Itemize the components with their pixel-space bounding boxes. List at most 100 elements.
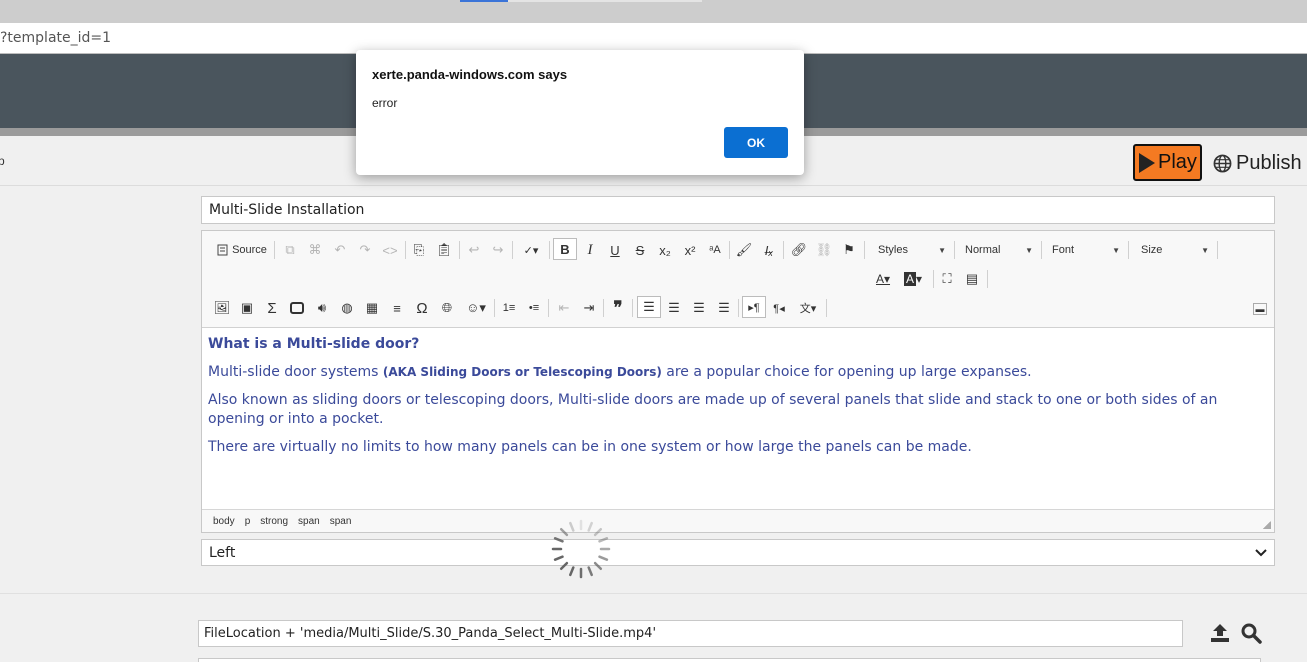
align-center-icon[interactable]: ☰: [664, 297, 684, 319]
path-item[interactable]: body: [213, 516, 235, 527]
content-text: Multi-slide door systems: [208, 364, 383, 380]
chevron-down-icon: ▼: [1025, 245, 1033, 255]
section-divider: [0, 593, 1307, 594]
superscript-icon[interactable]: x²: [680, 239, 700, 261]
toolbar-separator: [603, 299, 604, 317]
play-label: Play: [1158, 151, 1197, 173]
globe-icon[interactable]: 🌐︎: [437, 297, 457, 319]
ltr-icon[interactable]: ▸¶: [742, 296, 766, 318]
copy-icon[interactable]: ⎘: [409, 239, 429, 261]
remove-format-icon[interactable]: I̶ₓ: [759, 239, 779, 261]
strikethrough-icon[interactable]: S: [630, 239, 650, 261]
outdent-icon[interactable]: ⇤: [554, 297, 574, 319]
maximize-icon[interactable]: ⛶: [937, 268, 957, 290]
image-icon[interactable]: 🖼︎: [212, 297, 232, 319]
new-page-icon[interactable]: ⌘: [305, 239, 325, 261]
italic-icon[interactable]: I: [580, 239, 600, 261]
redo-icon[interactable]: ↪: [488, 239, 508, 261]
emoji-icon[interactable]: ☺▾: [462, 297, 490, 319]
text-color-icon[interactable]: A▾: [870, 268, 896, 290]
toolbar-separator: [729, 241, 730, 259]
justify-icon[interactable]: ☰: [714, 297, 734, 319]
toolbar-separator: [987, 270, 988, 288]
next-field[interactable]: [198, 658, 1261, 662]
tab-indicator[interactable]: [508, 0, 702, 2]
bold-icon[interactable]: B: [553, 238, 577, 260]
sigma-icon[interactable]: Σ: [262, 297, 282, 319]
alignment-select[interactable]: Left: [201, 539, 1275, 566]
styles-dropdown[interactable]: Styles ▼: [874, 241, 950, 259]
search-icon[interactable]: [1240, 622, 1262, 644]
size-dropdown[interactable]: Size ▼: [1137, 241, 1213, 259]
rtl-icon[interactable]: ¶◂: [769, 297, 789, 319]
video-icon[interactable]: [287, 297, 307, 319]
unlink-icon[interactable]: ⛓︎: [814, 239, 834, 261]
globe-icon: [1213, 154, 1232, 172]
case-icon[interactable]: ᵃA: [705, 239, 725, 261]
bg-color-icon[interactable]: A ▾: [900, 268, 926, 290]
compass-icon[interactable]: ◍: [337, 297, 357, 319]
path-item[interactable]: span: [330, 516, 352, 527]
horizontal-rule-icon[interactable]: ≡: [387, 297, 407, 319]
content-strong-text: (AKA Sliding Doors or Telescoping Doors): [382, 365, 662, 379]
underline-icon[interactable]: U: [605, 239, 625, 261]
alignment-value: Left: [209, 544, 236, 561]
resize-handle[interactable]: [1263, 521, 1271, 529]
path-item[interactable]: strong: [260, 516, 288, 527]
toolbar-separator: [405, 241, 406, 259]
show-blocks-icon[interactable]: ▤: [962, 268, 982, 290]
element-path-bar: body p strong span span: [202, 509, 1274, 532]
source-button[interactable]: Source: [214, 239, 270, 261]
media-icon[interactable]: ▣: [237, 297, 257, 319]
tree-toggle[interactable]: p: [0, 154, 5, 168]
ok-button[interactable]: OK: [724, 127, 788, 158]
publish-button[interactable]: Publish: [1213, 148, 1302, 178]
active-tab-indicator[interactable]: [460, 0, 508, 2]
page-name-field[interactable]: Multi-Slide Installation: [201, 196, 1275, 224]
play-icon: [1139, 152, 1155, 173]
play-button[interactable]: Play: [1133, 144, 1202, 181]
spellcheck-icon[interactable]: ✓▾: [517, 239, 545, 261]
templates-icon[interactable]: ⧉: [280, 239, 300, 261]
path-item[interactable]: span: [298, 516, 320, 527]
table-icon[interactable]: ▦: [362, 297, 382, 319]
chevron-down-icon: [1255, 548, 1267, 556]
collapse-toolbar-icon[interactable]: ▬: [1253, 303, 1267, 315]
font-dropdown[interactable]: Font ▼: [1048, 241, 1124, 259]
address-text[interactable]: ?template_id=1: [0, 30, 111, 46]
file-location-field[interactable]: FileLocation + 'media/Multi_Slide/S.30_P…: [198, 620, 1183, 647]
language-icon[interactable]: 文▾: [794, 297, 822, 319]
link-icon[interactable]: 🔗︎: [789, 239, 809, 261]
toolbar-separator: [548, 299, 549, 317]
undo-small-icon[interactable]: ↶: [330, 239, 350, 261]
format-painter-icon[interactable]: 🖌︎: [734, 239, 754, 261]
editor-content[interactable]: What is a Multi-slide door? Multi-slide …: [208, 335, 1268, 466]
numbered-list-icon[interactable]: 1≡: [499, 297, 519, 319]
toolbar-separator: [632, 299, 633, 317]
special-char-icon[interactable]: Ω: [412, 297, 432, 319]
toolbar-separator: [1217, 241, 1218, 259]
toolbar-separator: [864, 241, 865, 259]
audio-icon[interactable]: 🔊︎: [312, 297, 332, 319]
indent-icon[interactable]: ⇥: [579, 297, 599, 319]
toolbar-separator: [933, 270, 934, 288]
format-dropdown[interactable]: Normal ▼: [961, 241, 1037, 259]
font-label: Font: [1052, 244, 1075, 256]
path-item[interactable]: p: [245, 516, 251, 527]
content-text: are a popular choice for opening up larg…: [661, 364, 1032, 380]
paste-icon[interactable]: 📋︎: [434, 239, 454, 261]
blockquote-icon[interactable]: ❞: [608, 297, 628, 319]
redo-small-icon[interactable]: ↷: [355, 239, 375, 261]
toolbar-separator: [512, 241, 513, 259]
undo-icon[interactable]: ↩: [464, 239, 484, 261]
upload-icon[interactable]: [1209, 622, 1231, 644]
code-icon[interactable]: <>: [380, 239, 400, 261]
align-right-icon[interactable]: ☰: [689, 297, 709, 319]
align-left-icon[interactable]: ☰: [637, 296, 661, 318]
toolbar-separator: [459, 241, 460, 259]
chevron-down-icon: ▼: [938, 245, 946, 255]
source-icon: [217, 244, 228, 256]
anchor-icon[interactable]: ⚑: [839, 239, 859, 261]
bulleted-list-icon[interactable]: •≡: [524, 297, 544, 319]
subscript-icon[interactable]: x₂: [655, 239, 675, 261]
